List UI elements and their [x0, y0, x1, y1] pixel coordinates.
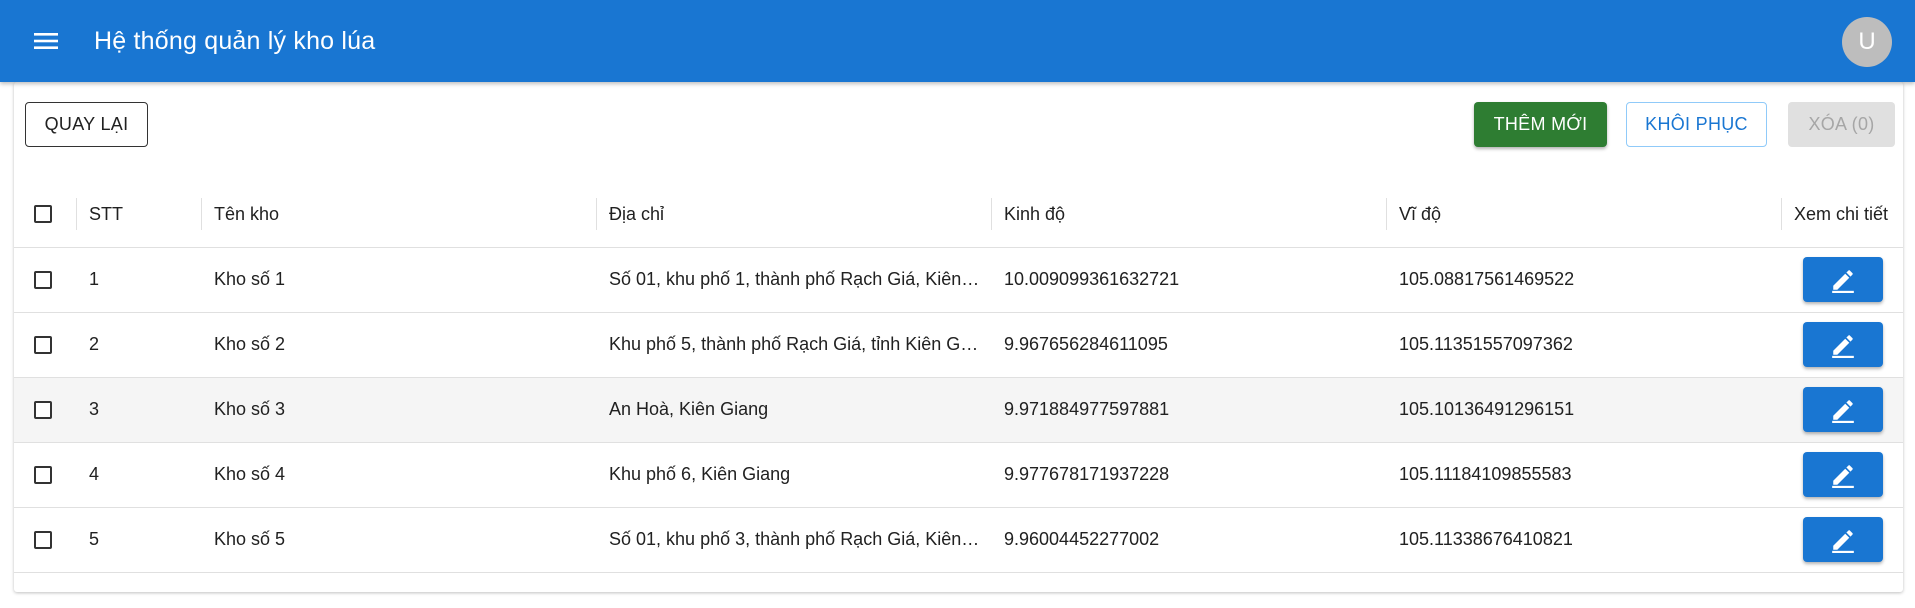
menu-icon	[34, 33, 58, 49]
cell-name: Kho số 3	[214, 399, 286, 419]
pencil-icon	[1832, 399, 1854, 423]
pencil-icon	[1832, 269, 1854, 293]
cell-latitude: 105.10136491296151	[1399, 399, 1575, 419]
cell-latitude: 105.11184109855583	[1399, 464, 1572, 484]
view-detail-button[interactable]	[1803, 387, 1883, 432]
cell-latitude: 105.11351557097362	[1399, 334, 1573, 354]
cell-address: An Hoà, Kiên Giang	[609, 399, 769, 419]
row-checkbox[interactable]	[34, 400, 52, 419]
row-checkbox[interactable]	[34, 270, 52, 289]
cell-stt: 4	[89, 464, 100, 484]
column-header-address[interactable]: Địa chỉ	[609, 204, 664, 225]
cell-longitude: 9.977678171937228	[1004, 464, 1170, 484]
back-button[interactable]: QUAY LẠI	[25, 102, 148, 147]
cell-name: Kho số 4	[214, 464, 286, 484]
app-bar: Hệ thống quản lý kho lúa U	[0, 0, 1915, 82]
cell-stt: 2	[89, 334, 100, 354]
restore-button[interactable]: KHÔI PHỤC	[1626, 102, 1767, 147]
column-header-longitude[interactable]: Kinh độ	[1004, 204, 1065, 225]
cell-longitude: 9.971884977597881	[1004, 399, 1170, 419]
app-title: Hệ thống quản lý kho lúa	[94, 26, 376, 55]
view-detail-button[interactable]	[1803, 257, 1883, 302]
cell-stt: 3	[89, 399, 100, 419]
cell-longitude: 10.009099361632721	[1004, 269, 1180, 289]
row-checkbox[interactable]	[34, 465, 52, 484]
column-header-stt[interactable]: STT	[89, 204, 123, 225]
row-checkbox[interactable]	[34, 530, 52, 549]
pencil-icon	[1832, 334, 1854, 358]
cell-address: Số 01, khu phố 3, thành phố Rạch Giá, Ki…	[609, 529, 980, 549]
table-row[interactable]: 3 Kho số 3 An Hoà, Kiên Giang 9.97188497…	[14, 377, 1903, 442]
table-row[interactable]: 4 Kho số 4 Khu phố 6, Kiên Giang 9.97767…	[14, 442, 1903, 507]
cell-longitude: 9.96004452277002	[1004, 529, 1160, 549]
cell-stt: 1	[89, 269, 100, 289]
cell-address: Khu phố 6, Kiên Giang	[609, 464, 791, 484]
cell-name: Kho số 2	[214, 334, 286, 354]
add-new-button[interactable]: THÊM MỚI	[1474, 102, 1607, 147]
cell-latitude: 105.08817561469522	[1399, 269, 1575, 289]
table-row[interactable]: 2 Kho số 2 Khu phố 5, thành phố Rạch Giá…	[14, 312, 1903, 377]
warehouse-panel: QUAY LẠI THÊM MỚI KHÔI PHỤC XÓA (0) STT …	[14, 82, 1903, 592]
cell-address: Số 01, khu phố 1, thành phố Rạch Giá, Ki…	[609, 269, 980, 289]
column-header-detail: Xem chi tiết	[1794, 203, 1889, 224]
column-header-latitude[interactable]: Vĩ độ	[1399, 204, 1441, 225]
view-detail-button[interactable]	[1803, 517, 1883, 562]
view-detail-button[interactable]	[1803, 452, 1883, 497]
warehouse-table: STT Tên kho Địa chỉ Kinh độ Vĩ độ Xem ch…	[14, 182, 1903, 573]
cell-name: Kho số 5	[214, 529, 286, 549]
table-row[interactable]: 5 Kho số 5 Số 01, khu phố 3, thành phố R…	[14, 507, 1903, 572]
pencil-icon	[1832, 529, 1854, 553]
cell-latitude: 105.11338676410821	[1399, 529, 1573, 549]
cell-name: Kho số 1	[214, 269, 286, 289]
pencil-icon	[1832, 464, 1854, 488]
cell-stt: 5	[89, 529, 100, 549]
cell-longitude: 9.967656284611095	[1004, 334, 1168, 354]
view-detail-button[interactable]	[1803, 322, 1883, 367]
action-toolbar: QUAY LẠI THÊM MỚI KHÔI PHỤC XÓA (0)	[14, 82, 1903, 182]
table-header-row: STT Tên kho Địa chỉ Kinh độ Vĩ độ Xem ch…	[14, 182, 1903, 247]
cell-address: Khu phố 5, thành phố Rạch Giá, tỉnh Kiên…	[609, 334, 979, 354]
table-row[interactable]: 1 Kho số 1 Số 01, khu phố 1, thành phố R…	[14, 247, 1903, 312]
row-checkbox[interactable]	[34, 335, 52, 354]
column-header-name[interactable]: Tên kho	[214, 204, 279, 225]
user-avatar[interactable]: U	[1842, 17, 1892, 67]
menu-button[interactable]	[24, 19, 68, 63]
delete-button: XÓA (0)	[1788, 102, 1895, 147]
select-all-checkbox[interactable]	[34, 205, 52, 224]
